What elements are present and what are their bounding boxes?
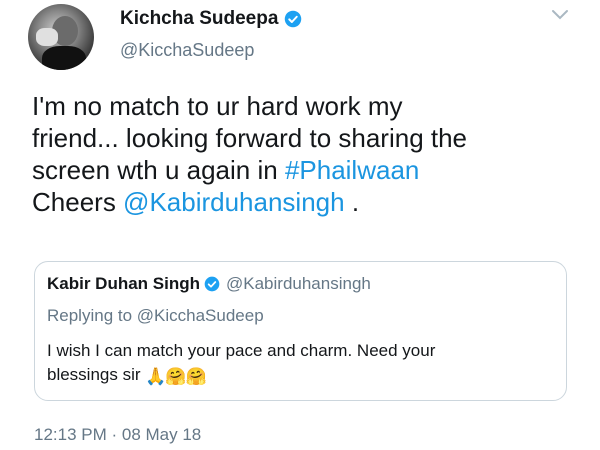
tweet-line-3-text: screen wth u again in (32, 155, 285, 185)
replying-to: Replying to @KicchaSudeep (47, 306, 264, 325)
mention-link[interactable]: @Kabirduhansingh (123, 187, 345, 217)
emoji-group-icon: 🙏🤗🤗 (145, 367, 207, 386)
timestamp[interactable]: 12:13 PM · 08 May 18 (34, 425, 201, 445)
chevron-down-icon[interactable] (550, 8, 570, 22)
quoted-display-name: Kabir Duhan Singh (47, 274, 200, 293)
tweet-text: I'm no match to ur hard work my friend..… (32, 90, 577, 218)
tweet-line-3: screen wth u again in #Phailwaan (32, 154, 577, 186)
tweet-line-4: Cheers @Kabirduhansingh . (32, 186, 577, 218)
verified-badge-icon (204, 276, 220, 292)
quoted-handle: @Kabirduhansingh (226, 274, 371, 293)
avatar-hand (36, 28, 58, 46)
tweet-line-2: friend... looking forward to sharing the (32, 123, 468, 153)
tweet-suffix: . (344, 187, 360, 217)
cheers-text: Cheers (32, 187, 124, 217)
avatar-body (42, 46, 86, 70)
hashtag-link[interactable]: #Phailwaan (285, 155, 419, 185)
quoted-tweet-text: I wish I can match your pace and charm. … (47, 339, 552, 389)
author-name-row: Kichcha Sudeepa (120, 8, 302, 30)
author-display-name[interactable]: Kichcha Sudeepa (120, 8, 278, 30)
tweet-line-1: I'm no match to ur hard work my (32, 91, 403, 121)
quoted-tweet-header: Kabir Duhan Singh @Kabirduhansingh (47, 274, 371, 294)
author-handle[interactable]: @KicchaSudeep (120, 40, 254, 61)
avatar[interactable] (28, 4, 94, 70)
quoted-line-2: blessings sir 🙏🤗🤗 (47, 363, 552, 389)
quoted-tweet[interactable]: Kabir Duhan Singh @Kabirduhansingh Reply… (34, 261, 567, 401)
quoted-line-2-text: blessings sir (47, 365, 146, 384)
quoted-line-1: I wish I can match your pace and charm. … (47, 341, 436, 360)
verified-badge-icon (285, 10, 302, 28)
